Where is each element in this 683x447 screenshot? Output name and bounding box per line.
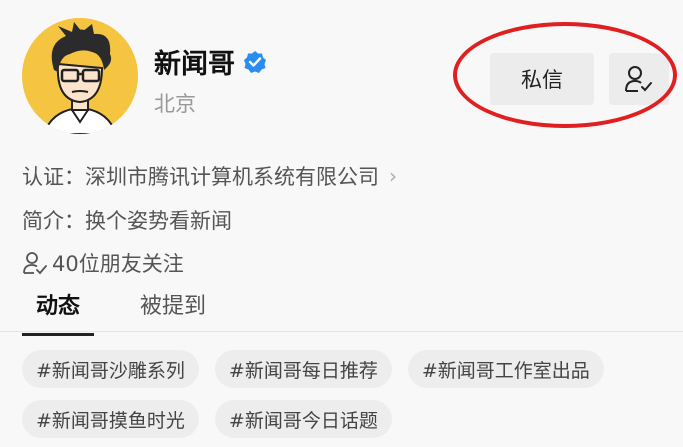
verified-badge-icon [244, 50, 266, 73]
cartoon-avatar-icon [22, 18, 138, 134]
topic-tag[interactable]: #新闻哥摸鱼时光 [22, 400, 199, 438]
topic-tag[interactable]: #新闻哥今日话题 [214, 400, 392, 438]
profile-tabs: 动态 被提到 [22, 286, 220, 336]
intro-text: 简介：换个姿势看新闻 [22, 209, 232, 233]
message-button[interactable]: 私信 [490, 53, 594, 105]
intro-row: 简介：换个姿势看新闻 [22, 205, 232, 235]
profile-name: 新闻哥 [154, 49, 235, 80]
chevron-right-icon: › [389, 164, 397, 188]
follow-status-button[interactable] [609, 53, 669, 105]
user-check-icon [23, 252, 47, 275]
topic-tag[interactable]: #新闻哥每日推荐 [214, 350, 392, 388]
profile-name-row: 新闻哥 [154, 42, 267, 81]
topic-tag[interactable]: #新闻哥沙雕系列 [22, 350, 199, 388]
certification-row[interactable]: 认证：深圳市腾讯计算机系统有限公司 › [22, 161, 397, 191]
friends-following-text: 40位朋友关注 [52, 252, 184, 276]
topic-tag[interactable]: #新闻哥工作室出品 [407, 350, 604, 388]
avatar[interactable] [22, 18, 138, 134]
profile-location: 北京 [154, 92, 196, 116]
friends-following-row[interactable]: 40位朋友关注 [22, 248, 184, 278]
tab-posts[interactable]: 动态 [22, 286, 95, 336]
tab-divider [0, 331, 683, 332]
profile-page: 新闻哥 北京 私信 认证：深圳市腾讯计算机系统有限公司 › 简介：换个姿势看新闻… [0, 0, 683, 447]
topic-tags: #新闻哥沙雕系列 #新闻哥每日推荐 #新闻哥工作室出品 #新闻哥摸鱼时光 #新闻… [22, 350, 672, 438]
tab-mentions[interactable]: 被提到 [126, 286, 220, 330]
user-check-icon [625, 66, 652, 92]
certification-text: 认证：深圳市腾讯计算机系统有限公司 [22, 165, 379, 189]
